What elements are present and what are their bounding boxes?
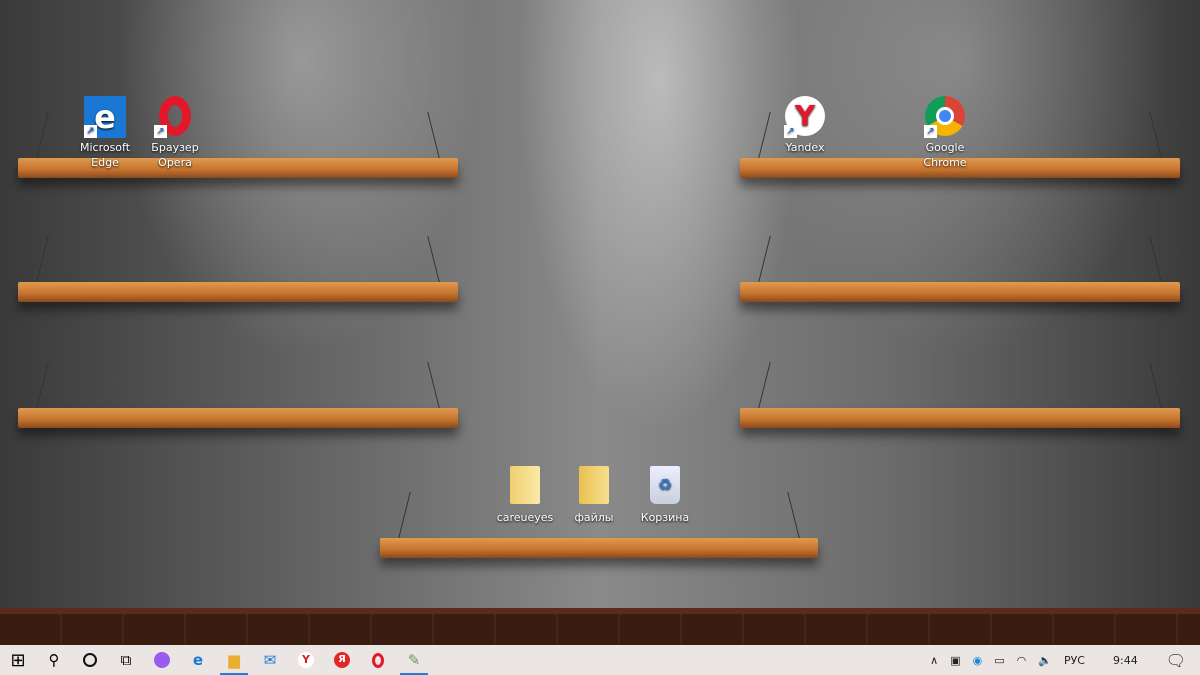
desktop-icon-files[interactable]: файлы [558, 466, 630, 525]
notifications-icon[interactable]: 🗨 [1166, 651, 1186, 670]
start-icon[interactable]: ⊞ [0, 645, 36, 675]
edge-icon[interactable]: e [180, 645, 216, 675]
shortcut-arrow-icon: ↗ [784, 125, 797, 138]
yandex-browser-icon: Y ↗ [784, 96, 826, 138]
wifi-icon[interactable]: ◠ [1017, 654, 1027, 667]
system-tray: ∧ ▣ ◉ ▭ ◠ 🔈 РУС 9:44 🗨 [924, 645, 1200, 675]
shortcut-arrow-icon: ↗ [154, 125, 167, 138]
app-tray-icon[interactable]: ▣ [950, 654, 960, 667]
shortcut-arrow-icon: ↗ [924, 125, 937, 138]
alice-icon[interactable] [144, 645, 180, 675]
desktop-icon-chrome[interactable]: ↗ Google Chrome [909, 96, 981, 170]
opera-icon[interactable] [360, 645, 396, 675]
shelf [18, 282, 458, 302]
chevron-up-icon[interactable]: ∧ [930, 654, 938, 667]
icon-label: Microsoft Edge [79, 141, 131, 169]
language-indicator[interactable]: РУС [1064, 654, 1085, 667]
shelf [740, 408, 1180, 428]
recycle-bin-icon: ♻ [644, 466, 686, 508]
search-icon[interactable]: ⚲ [36, 645, 72, 675]
battery-icon[interactable]: ▭ [994, 654, 1004, 667]
file-explorer-icon[interactable]: ▆ [216, 645, 252, 675]
paint-icon[interactable]: ✎ [396, 645, 432, 675]
icon-label: файлы [574, 511, 614, 524]
chrome-icon: ↗ [924, 96, 966, 138]
desktop-icon-recycle-bin[interactable]: ♻ Корзина [629, 466, 701, 525]
desktop-icon-yandex[interactable]: Y ↗ Yandex [769, 96, 841, 155]
desktop-icon-careueyes[interactable]: careueyes [489, 466, 561, 525]
clock[interactable]: 9:44 [1113, 654, 1138, 667]
shelf [740, 282, 1180, 302]
icon-label: careueyes [496, 511, 554, 524]
yandex-browser-icon[interactable]: Y [288, 645, 324, 675]
icon-label: Google Chrome [923, 141, 967, 169]
opera-icon: ↗ [154, 96, 196, 138]
shelf [18, 408, 458, 428]
taskbar: ⊞ ⚲ ⧉ e ▆ ✉ Y Я ✎ ∧ ▣ ◉ ▭ ◠ 🔈 РУС 9:44 🗨 [0, 645, 1200, 675]
floor [0, 608, 1200, 645]
folder-icon [504, 466, 546, 508]
icon-label: Корзина [640, 511, 690, 524]
yandex-icon[interactable]: Я [324, 645, 360, 675]
shortcut-arrow-icon: ↗ [84, 125, 97, 138]
eye-icon[interactable]: ◉ [973, 654, 983, 667]
cortana-icon[interactable] [72, 645, 108, 675]
desktop-icon-edge[interactable]: e ↗ Microsoft Edge [69, 96, 141, 170]
edge-icon: e ↗ [84, 96, 126, 138]
desktop-icon-opera[interactable]: ↗ Браузер Opera [139, 96, 211, 170]
icon-label: Yandex [785, 141, 825, 154]
volume-icon[interactable]: 🔈 [1038, 654, 1052, 667]
task-view-icon[interactable]: ⧉ [108, 645, 144, 675]
mail-icon[interactable]: ✉ [252, 645, 288, 675]
shelf [380, 538, 818, 558]
icon-label: Браузер Opera [151, 141, 199, 169]
folder-icon [573, 466, 615, 508]
